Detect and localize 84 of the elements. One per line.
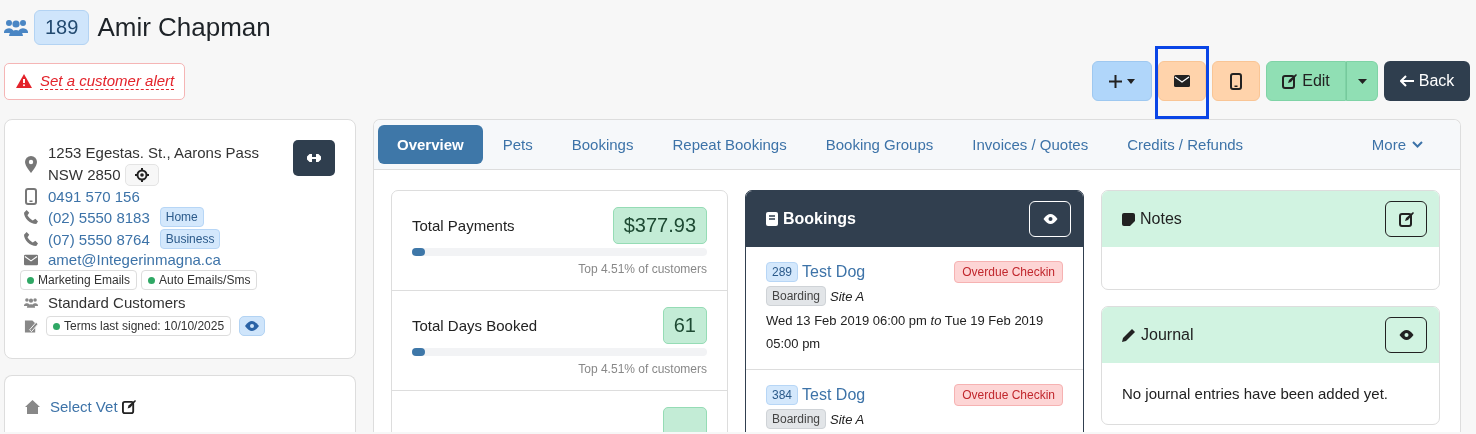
bookings-title: Bookings [783,210,856,228]
booking-number-badge: 384 [766,385,799,405]
tab[interactable]: Overview [378,125,483,164]
edit-notes-button[interactable] [1385,201,1427,237]
stat-note: Top 4.51% of customers [577,362,707,376]
stat-label: Total Payments [412,217,515,234]
email-button[interactable] [1158,61,1206,101]
site-name: Site A [830,288,865,304]
envelope-icon [24,253,38,266]
consent-pill: Marketing Emails [20,270,138,290]
phone-type-tag: Business [159,229,221,249]
customer-number-badge: 189 [34,10,90,45]
booking-status-badge: Overdue Checkin [954,261,1063,283]
phone-number-link[interactable]: (02) 5550 8183 [48,208,150,226]
mobile-phone-icon [25,188,37,205]
tab[interactable]: Pets [483,125,552,164]
swap-button[interactable] [293,140,335,176]
booking-dates: Wed 13 Feb 2019 06:00 pm to Tue 19 Feb 2019 05:00 pm [766,312,1045,353]
service-tag: Boarding [766,286,827,306]
journal-empty-message: No journal entries have been added yet. [1121,384,1389,404]
locate-button[interactable] [124,164,159,186]
chevron-down-icon [1412,141,1423,148]
sms-button[interactable] [1212,61,1260,101]
site-name: Site A [830,411,865,427]
back-button[interactable]: Back [1384,61,1470,101]
phone-number-link[interactable]: (07) 5550 8764 [48,230,150,248]
plus-icon [1109,74,1122,88]
stat-value-badge: $377.93 [612,207,707,244]
consent-pill: Auto Emails/Sms [141,270,258,290]
view-terms-button[interactable] [239,316,266,336]
phone-type-tag: Home [159,207,204,227]
view-journal-button[interactable] [1385,317,1427,353]
pencil-icon [1122,328,1136,342]
select-vet-link[interactable]: Select Vet [50,398,136,415]
customer-group-text: Standard Customers [48,293,186,313]
caret-icon [1357,78,1367,84]
address-line: 1253 Egestas. St., Aarons Pass [48,143,259,163]
customer-name: Amir Chapman [97,12,271,43]
sticky-note-icon [1122,212,1135,226]
envelope-icon [1174,75,1190,87]
booking-status-badge: Overdue Checkin [954,384,1063,406]
journal-title: Journal [1141,326,1194,344]
left-right-arrow-icon [307,154,321,162]
left-arrow-icon [1399,75,1414,87]
tab[interactable]: Credits / Refunds [1108,125,1263,164]
service-tag: Boarding [766,409,827,429]
mobile-number-link[interactable]: 0491 570 156 [48,188,140,205]
signature-icon [24,318,38,334]
mobile-phone-icon [1230,72,1242,90]
house-icon [25,399,40,414]
address-line: NSW 2850 [48,165,121,185]
edit-button[interactable]: Edit [1266,61,1346,101]
crosshair-icon [134,168,149,182]
stat-note: Top 4.51% of customers [577,262,707,276]
eye-icon [1042,214,1058,224]
terms-pill: Terms last signed: 10/10/2025 [46,316,232,336]
tab[interactable]: Invoices / Quotes [953,125,1108,164]
caret-icon [1127,78,1135,84]
stat-label: Total Days Booked [412,317,538,334]
email-link[interactable]: amet@Integerinmagna.ca [48,251,221,268]
edit-icon [1282,73,1298,89]
phone-icon [24,231,38,247]
tab[interactable]: Booking Groups [806,125,953,164]
location-pin-icon [25,155,37,173]
pet-name-link[interactable]: Test Dog [802,263,866,281]
customer-group-icon [24,297,38,309]
more-tabs-button[interactable]: More [1352,125,1442,164]
eye-icon [245,321,260,331]
tab[interactable]: Repeat Bookings [653,125,806,164]
customer-alert-link[interactable]: Set a customer alert [4,62,186,100]
warning-icon [16,73,32,88]
book-icon [766,212,778,226]
add-dropdown-button[interactable] [1092,61,1152,101]
edit-icon [121,399,136,414]
customers-icon [4,18,28,37]
edit-icon [1398,211,1414,227]
tab[interactable]: Bookings [552,125,653,164]
view-bookings-button[interactable] [1029,201,1071,237]
phone-icon [24,209,38,225]
pet-name-link[interactable]: Test Dog [802,386,866,404]
notes-title: Notes [1140,210,1182,228]
stat-value-badge: 61 [662,307,707,344]
booking-number-badge: 289 [766,262,799,282]
eye-icon [1398,330,1414,340]
